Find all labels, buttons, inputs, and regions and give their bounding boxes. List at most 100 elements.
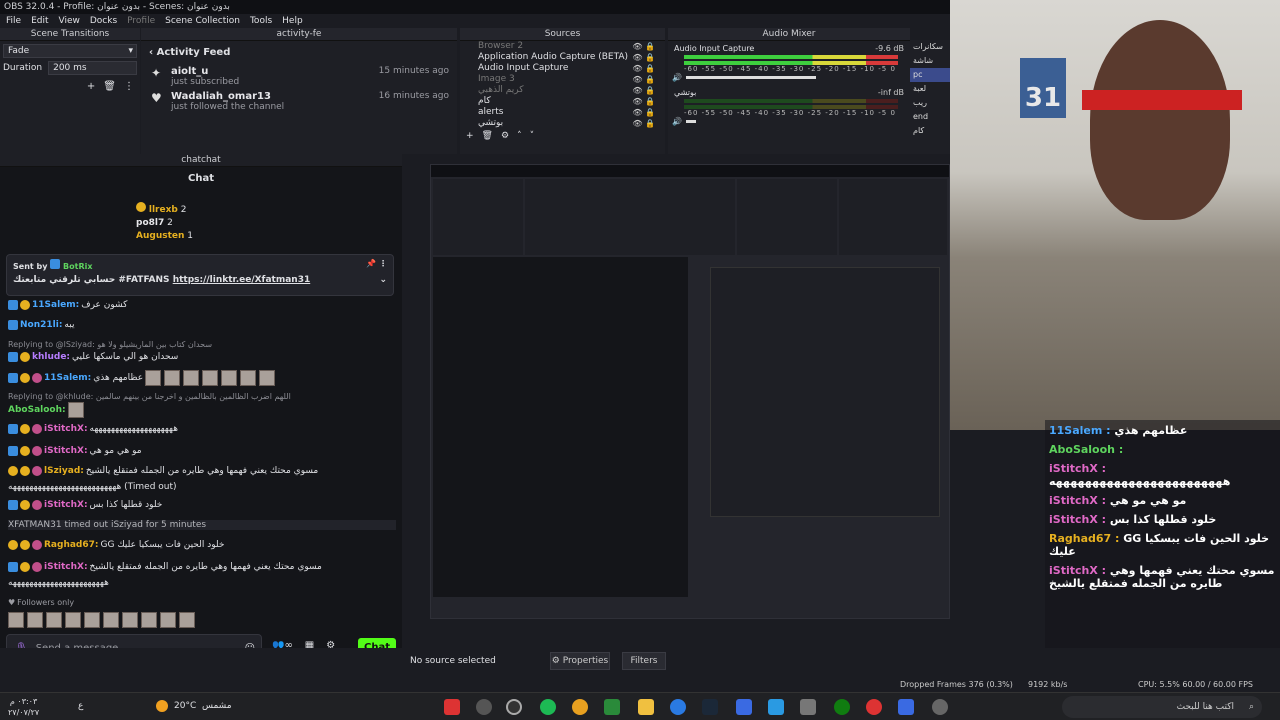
cpu-fps: CPU: 5.5% 60.00 / 60.00 FPS [1138, 680, 1254, 689]
scenes-list: سكانرات شاشة pc لعبة ريب end كام [910, 40, 950, 154]
scene-item-selected[interactable]: pc [910, 68, 950, 82]
clock[interactable]: ٠٣:٠٣ م ٢٧/٠٧/٢٧ [8, 696, 39, 718]
menu-docks[interactable]: Docks [90, 14, 117, 28]
chat-username[interactable]: khlude: [32, 352, 70, 362]
scene-item[interactable]: لعبة [910, 82, 950, 96]
trash-icon[interactable]: 🗑 [482, 131, 493, 141]
activity-feed-header: ‹ Activity Feed [149, 47, 231, 58]
add-icon[interactable]: + [466, 131, 474, 141]
transition-select[interactable]: Fade ▾ [3, 44, 137, 58]
chat-text: GG خلود الحين فات يبسكيا عليك [100, 540, 225, 550]
chrome-icon[interactable] [572, 699, 588, 715]
weather-temp[interactable]: 20°C [174, 701, 196, 711]
app-icon[interactable] [476, 699, 492, 715]
source-item[interactable]: كام 👁 🔒 [460, 96, 665, 107]
eye-icon[interactable]: 👁 🔒 [632, 107, 655, 118]
folder-icon[interactable] [638, 699, 654, 715]
app-icon[interactable] [736, 699, 752, 715]
sources-title: Sources [460, 28, 665, 41]
preview-canvas[interactable] [402, 154, 950, 634]
trash-icon[interactable]: 🗑 [103, 81, 116, 92]
chevron-down-icon[interactable]: ⌄ [379, 275, 387, 285]
source-item[interactable]: Browser 2 👁 🔒 [460, 41, 665, 52]
chat-username[interactable]: iStitchX: [44, 562, 88, 572]
eye-icon[interactable]: 👁 🔒 [632, 63, 655, 74]
menu-help[interactable]: Help [282, 14, 303, 28]
scene-item[interactable]: ريب [910, 96, 950, 110]
emote-bar[interactable] [8, 612, 196, 628]
chat-username[interactable]: 11Salem: [32, 300, 79, 310]
menu-edit[interactable]: Edit [31, 14, 48, 28]
steam-icon[interactable] [702, 699, 718, 715]
minecraft-icon[interactable] [604, 699, 620, 715]
menu-file[interactable]: File [6, 14, 21, 28]
menu-scene-collection[interactable]: Scene Collection [165, 14, 240, 28]
language-indicator[interactable]: ع [78, 701, 83, 711]
chat-username[interactable]: iStitchX: [44, 500, 88, 510]
speaker-icon[interactable]: 🔊 [672, 73, 682, 82]
eye-icon[interactable]: 👁 🔒 [632, 118, 655, 129]
spotify-icon[interactable] [540, 699, 556, 715]
chat-username[interactable]: iStitchX: [44, 424, 88, 434]
scene-item[interactable]: سكانرات [910, 40, 950, 54]
activity-item[interactable]: ✦ aiolt_u just subscribed 15 minutes ago [141, 62, 457, 87]
chat-username[interactable]: 11Salem: [44, 373, 91, 383]
app-icon[interactable] [444, 699, 460, 715]
app-icon[interactable] [866, 699, 882, 715]
menu-view[interactable]: View [59, 14, 80, 28]
gear-icon[interactable]: ⚙ [501, 131, 509, 141]
source-item[interactable]: كريم الذهبي 👁 🔒 [460, 85, 665, 96]
menu-tools[interactable]: Tools [250, 14, 272, 28]
pin-icon[interactable]: 📌 ⋮ [366, 259, 387, 268]
pinned-message[interactable]: Sent by BotRix 📌 ⋮ حسابي تلرقني متابعتك … [6, 254, 394, 296]
eye-icon[interactable]: 👁 🔒 [632, 85, 655, 96]
store-icon[interactable] [800, 699, 816, 715]
volume-slider[interactable] [685, 76, 816, 79]
pinned-link[interactable]: https://linktr.ee/Xfatman31 [173, 275, 311, 285]
menu-profile[interactable]: Profile [127, 14, 155, 28]
app-icon[interactable] [768, 699, 784, 715]
source-item[interactable]: Audio Input Capture 👁 🔒 [460, 63, 665, 74]
add-icon[interactable]: + [87, 81, 95, 92]
eye-icon[interactable]: 👁 🔒 [632, 52, 655, 63]
menu-bar: File Edit View Docks Profile Scene Colle… [0, 14, 950, 28]
more-icon[interactable]: ⋮ [124, 81, 134, 92]
scene-item[interactable]: شاشة [910, 54, 950, 68]
down-icon[interactable]: ˅ [530, 131, 535, 141]
chat-username[interactable]: iStitchX: [44, 446, 88, 456]
window-title: OBS 32.0.4 - Profile: بدون عنوان - Scene… [0, 0, 950, 14]
properties-button[interactable]: ⚙ Properties [550, 652, 610, 670]
heart-icon: ♥ [8, 598, 16, 607]
activity-item[interactable]: ♥ Wadaliah_omar13 just followed the chann… [141, 87, 457, 112]
up-icon[interactable]: ˄ [517, 131, 522, 141]
search-box[interactable]: اكتب هنا للبحث ⌕ [1062, 696, 1262, 718]
source-item[interactable]: Application Audio Capture (BETA) 👁 🔒 [460, 52, 665, 63]
duration-input[interactable]: 200 ms [48, 61, 137, 75]
chevron-left-icon[interactable]: ‹ [149, 47, 153, 58]
edge-icon[interactable] [670, 699, 686, 715]
activity-dock-title: activity-fe [141, 28, 457, 41]
source-item[interactable]: alerts 👁 🔒 [460, 107, 665, 118]
no-source-label: No source selected [410, 656, 496, 666]
chat-username[interactable]: Raghad67: [44, 540, 99, 550]
source-item[interactable]: بوتشي 👁 🔒 [460, 118, 665, 129]
chat-username[interactable]: Non21li: [20, 320, 62, 330]
system-message: XFATMAN31 timed out iSziyad for 5 minute… [8, 520, 396, 530]
eye-icon[interactable]: 👁 🔒 [632, 74, 655, 85]
app-icon[interactable] [898, 699, 914, 715]
scene-item[interactable]: كام [910, 124, 950, 138]
scene-transitions-dock: Scene Transitions Fade ▾ Duration 200 ms… [0, 28, 140, 154]
search-icon: ⌕ [1248, 702, 1254, 712]
obs-icon[interactable] [506, 699, 522, 715]
chat-username[interactable]: lSziyad: [44, 466, 84, 476]
scene-item[interactable]: end [910, 110, 950, 124]
settings-icon[interactable] [932, 699, 948, 715]
chat-username[interactable]: AboSalooh: [8, 405, 66, 415]
source-item[interactable]: Image 3 👁 🔒 [460, 74, 665, 85]
eye-icon[interactable]: 👁 🔒 [632, 96, 655, 107]
volume-slider[interactable] [685, 120, 696, 123]
speaker-icon[interactable]: 🔊 [672, 117, 682, 126]
xbox-icon[interactable] [834, 699, 850, 715]
eye-icon[interactable]: 👁 🔒 [632, 41, 655, 52]
filters-button[interactable]: Filters [622, 652, 666, 670]
